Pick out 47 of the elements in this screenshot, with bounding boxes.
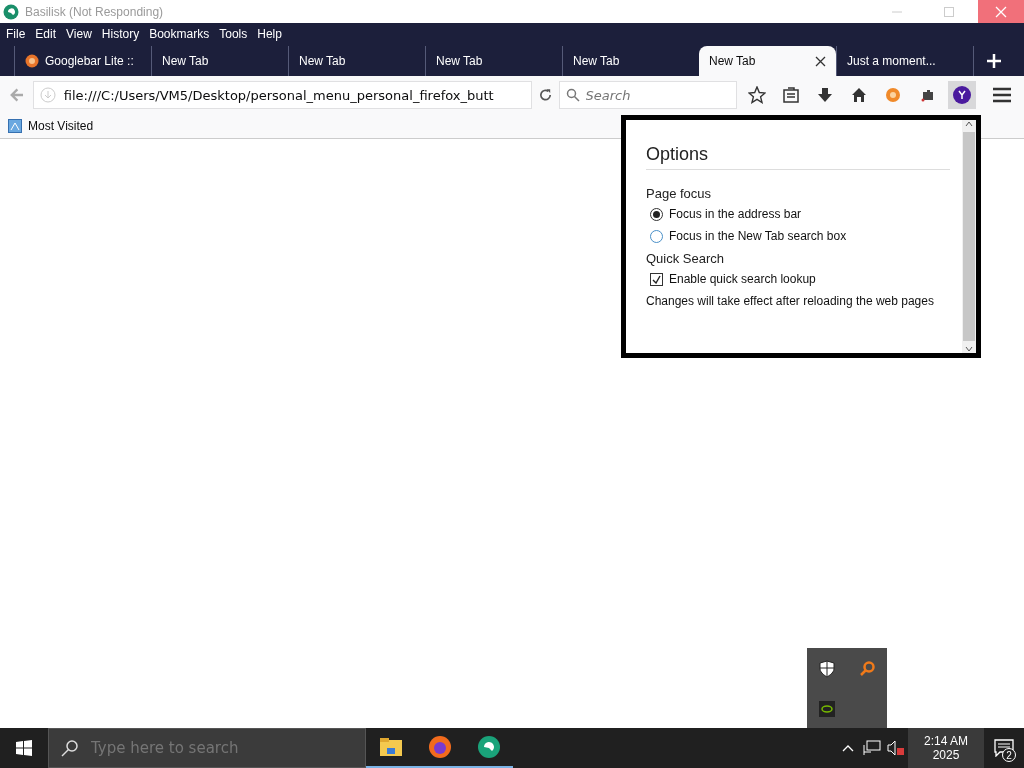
menu-item[interactable]: Bookmarks <box>145 26 214 41</box>
shield-icon[interactable] <box>819 659 835 678</box>
search-icon <box>61 739 79 757</box>
magnifier-icon[interactable] <box>859 660 875 677</box>
extension-button[interactable] <box>947 81 976 109</box>
bookmark-item[interactable]: Most Visited <box>8 119 94 133</box>
radio-option[interactable]: Focus in the New Tab search box <box>650 229 950 243</box>
menu-item[interactable]: Help <box>253 26 286 41</box>
checkbox-option[interactable]: Enable quick search lookup <box>650 272 950 286</box>
search-box[interactable]: Search <box>558 81 737 109</box>
menu-item[interactable]: File <box>2 26 30 41</box>
note-text: Changes will take effect after reloading the web pages <box>646 294 934 308</box>
app-logo-icon <box>3 3 19 20</box>
message-icon <box>994 739 1014 757</box>
windows-icon <box>16 740 32 756</box>
checkbox[interactable] <box>650 272 663 286</box>
menu-item[interactable]: Edit <box>31 26 61 41</box>
scroll-down-icon <box>965 345 973 353</box>
reload-icon[interactable] <box>537 87 553 103</box>
scroll-up-icon <box>965 120 973 128</box>
menu-item[interactable]: Tools <box>215 26 252 41</box>
section-heading: Page focus <box>646 186 713 201</box>
section-heading: Quick Search <box>646 251 726 266</box>
clock-date: 2025 <box>932 748 960 762</box>
window-title: Basilisk (Not Responding) <box>25 4 165 19</box>
address-field[interactable]: file:///C:/Users/VM5/Desktop/personal_menu_personal_firefox_butt <box>61 86 525 104</box>
popup-title: Options <box>646 144 950 170</box>
radio-option[interactable]: Focus in the address bar <box>650 207 950 221</box>
close-icon <box>995 5 1007 18</box>
scrollbar[interactable] <box>962 120 976 353</box>
browser-tab[interactable]: New Tab <box>699 46 836 76</box>
chip-icon[interactable] <box>819 700 835 717</box>
search-icon <box>565 88 580 102</box>
notification-count: 2 <box>1002 748 1016 762</box>
maximize-icon <box>944 6 954 17</box>
bookmark-folder-icon <box>8 119 22 133</box>
taskbar-search-field[interactable]: Type here to search <box>89 738 365 758</box>
address-bar[interactable]: file:///C:/Users/VM5/Desktop/personal_menu_personal_firefox_butt <box>32 81 532 109</box>
notifications-button[interactable]: 2 <box>984 728 1024 768</box>
taskbar-clock[interactable]: 2:14 AM 2025 <box>908 728 984 768</box>
menu-item[interactable]: History <box>97 26 144 41</box>
download-circle-icon <box>39 87 56 103</box>
menu-item[interactable]: View <box>62 26 96 41</box>
close-tab-icon[interactable] <box>815 55 826 67</box>
plus-icon <box>987 54 1001 68</box>
clock-time: 2:14 AM <box>924 734 968 748</box>
taskbar-search-box[interactable]: Type here to search <box>48 728 366 768</box>
